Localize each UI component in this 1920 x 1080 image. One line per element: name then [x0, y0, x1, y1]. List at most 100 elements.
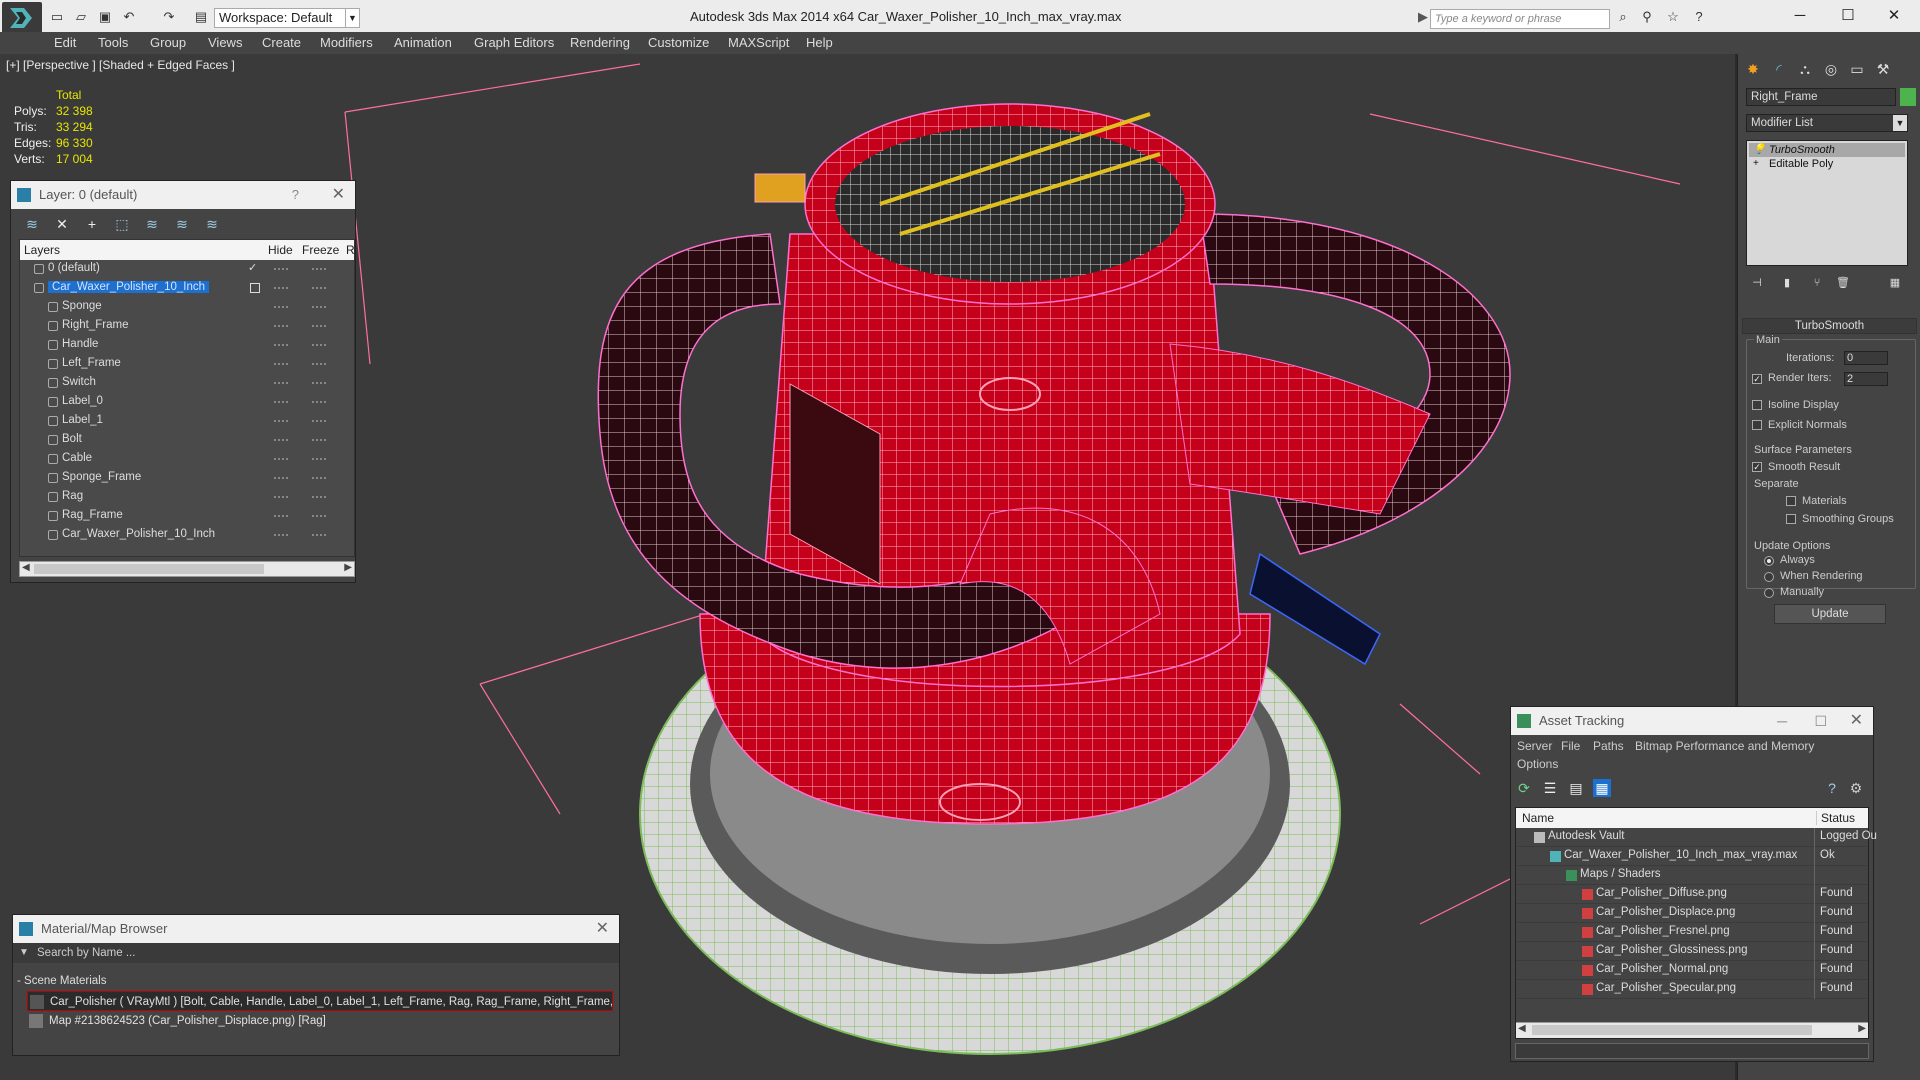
hide-toggle[interactable] [274, 420, 288, 422]
manually-radio[interactable] [1764, 588, 1774, 598]
search-options-icon[interactable]: ▼ [19, 943, 29, 963]
layer-row[interactable]: Right_Frame [20, 317, 354, 336]
layer-row[interactable]: Switch [20, 374, 354, 393]
menu-maxscript[interactable]: MAXScript [728, 35, 789, 50]
workspace-dropdown[interactable]: Workspace: Default ▼ [214, 8, 360, 28]
explicit-normals-checkbox[interactable] [1752, 420, 1762, 430]
asset-row[interactable]: Car_Waxer_Polisher_10_Inch_max_vray.max O… [1516, 847, 1868, 866]
layer-row[interactable]: Label_0 [20, 393, 354, 412]
freeze-toggle[interactable] [312, 515, 326, 517]
column-name[interactable]: Name [1522, 811, 1554, 825]
delete-layer-icon[interactable]: ✕ [53, 215, 71, 233]
set-current-layer-icon[interactable] [250, 283, 260, 293]
freeze-toggle[interactable] [312, 363, 326, 365]
layer-row[interactable]: Left_Frame [20, 355, 354, 374]
freeze-toggle[interactable] [312, 477, 326, 479]
hide-toggle[interactable] [274, 439, 288, 441]
asset-menu-paths[interactable]: Paths [1593, 739, 1624, 753]
asset-menu-options[interactable]: Options [1517, 757, 1558, 771]
menu-views[interactable]: Views [208, 35, 242, 50]
viewport-label[interactable]: [+] [Perspective ] [Shaded + Edged Faces… [6, 58, 235, 72]
asset-row[interactable]: Car_Polisher_Displace.png Found [1516, 904, 1868, 923]
material-search-input[interactable]: ▼ Search by Name ... [13, 943, 619, 963]
hide-toggle[interactable] [274, 363, 288, 365]
asset-row[interactable]: Car_Polisher_Normal.png Found [1516, 961, 1868, 980]
asset-row[interactable]: Autodesk Vault Logged Ou [1516, 828, 1877, 847]
menu-group[interactable]: Group [150, 35, 186, 50]
asset-menu-server[interactable]: Server [1517, 739, 1552, 753]
details-view-icon[interactable]: ▤ [1567, 779, 1585, 797]
close-icon[interactable]: ✕ [332, 181, 345, 209]
remove-modifier-icon[interactable]: 🗑 [1832, 272, 1854, 294]
menu-modifiers[interactable]: Modifiers [320, 35, 373, 50]
hide-all-icon[interactable]: ≋ [173, 215, 191, 233]
settings-icon[interactable]: ⚙ [1847, 779, 1865, 797]
create-tab-icon[interactable]: ✸ [1742, 58, 1764, 80]
hide-toggle[interactable] [274, 268, 288, 270]
layer-row[interactable]: Car_Waxer_Polisher_10_Inch [20, 526, 354, 545]
help-icon[interactable]: ? [1823, 779, 1841, 797]
freeze-toggle[interactable] [312, 401, 326, 403]
layer-row[interactable]: Handle [20, 336, 354, 355]
menu-customize[interactable]: Customize [648, 35, 709, 50]
column-status[interactable]: Status [1816, 811, 1855, 825]
freeze-toggle[interactable] [312, 325, 326, 327]
hide-toggle[interactable] [274, 496, 288, 498]
hide-toggle[interactable] [274, 325, 288, 327]
scroll-thumb[interactable] [1532, 1025, 1812, 1035]
render-iters-spinner[interactable]: 2 [1844, 372, 1888, 386]
minimize-icon[interactable]: ─ [1777, 707, 1787, 735]
scroll-thumb[interactable] [34, 564, 264, 574]
iterations-spinner[interactable]: 0 [1844, 351, 1888, 365]
help-icon[interactable]: ? [292, 181, 299, 209]
show-end-result-icon[interactable]: ▮ [1776, 272, 1798, 294]
layer-scrollbar[interactable]: ◀ ▶ [19, 561, 355, 577]
close-icon[interactable]: ✕ [596, 915, 609, 943]
freeze-toggle[interactable] [312, 382, 326, 384]
asset-menu-file[interactable]: File [1561, 739, 1580, 753]
freeze-toggle[interactable] [312, 439, 326, 441]
menu-graph-editors[interactable]: Graph Editors [474, 35, 554, 50]
smooth-result-checkbox[interactable]: ✓ [1752, 462, 1762, 472]
layer-row[interactable]: Label_1 [20, 412, 354, 431]
update-button[interactable]: Update [1774, 604, 1886, 624]
freeze-toggle[interactable] [312, 534, 326, 536]
scroll-left-icon[interactable]: ◀ [22, 562, 30, 573]
asset-row[interactable]: Car_Polisher_Fresnel.png Found [1516, 923, 1868, 942]
freeze-toggle[interactable] [312, 287, 326, 289]
close-button[interactable]: ✕ [1874, 4, 1914, 28]
asset-row[interactable]: Maps / Shaders [1516, 866, 1868, 885]
asset-tracking-titlebar[interactable]: Asset Tracking ─ ☐ ✕ [1511, 707, 1873, 735]
expand-icon[interactable]: + [1753, 157, 1759, 171]
modify-tab-icon[interactable]: ◜ [1768, 58, 1790, 80]
scroll-right-icon[interactable]: ▶ [1858, 1023, 1866, 1034]
smoothing-groups-checkbox[interactable] [1786, 514, 1796, 524]
add-to-layer-icon[interactable]: + [83, 215, 101, 233]
hide-toggle[interactable] [274, 534, 288, 536]
material-browser-titlebar[interactable]: Material/Map Browser ✕ [13, 915, 619, 943]
save-file-icon[interactable]: ▣ [96, 8, 114, 26]
column-render[interactable]: R [346, 243, 355, 257]
configure-sets-icon[interactable]: ▦ [1884, 272, 1906, 294]
menu-create[interactable]: Create [262, 35, 301, 50]
new-file-icon[interactable]: ▭ [48, 8, 66, 26]
highlight-layer-icon[interactable]: ≋ [143, 215, 161, 233]
scroll-left-icon[interactable]: ◀ [1518, 1023, 1526, 1034]
maximize-icon[interactable]: ☐ [1814, 707, 1827, 735]
layer-row[interactable]: Rag [20, 488, 354, 507]
scene-materials-header[interactable]: - Scene Materials [17, 975, 106, 987]
hide-toggle[interactable] [274, 344, 288, 346]
layer-row[interactable]: 0 (default) ✓ [20, 260, 354, 279]
layer-panel-titlebar[interactable]: Layer: 0 (default) ? ✕ [11, 181, 355, 209]
search-input[interactable]: Type a keyword or phrase [1430, 9, 1610, 29]
layer-row[interactable]: Car_Waxer_Polisher_10_Inch [20, 279, 354, 298]
lightbulb-icon[interactable]: 💡 [1753, 143, 1765, 157]
current-layer-check-icon[interactable]: ✓ [248, 261, 257, 274]
hide-toggle[interactable] [274, 515, 288, 517]
open-file-icon[interactable]: ▱ [72, 8, 90, 26]
motion-tab-icon[interactable]: ◎ [1820, 58, 1842, 80]
app-logo-icon[interactable] [2, 2, 42, 34]
refresh-icon[interactable]: ⟳ [1515, 779, 1533, 797]
star-icon[interactable]: ☆ [1664, 8, 1682, 26]
column-layers[interactable]: Layers [24, 243, 60, 257]
